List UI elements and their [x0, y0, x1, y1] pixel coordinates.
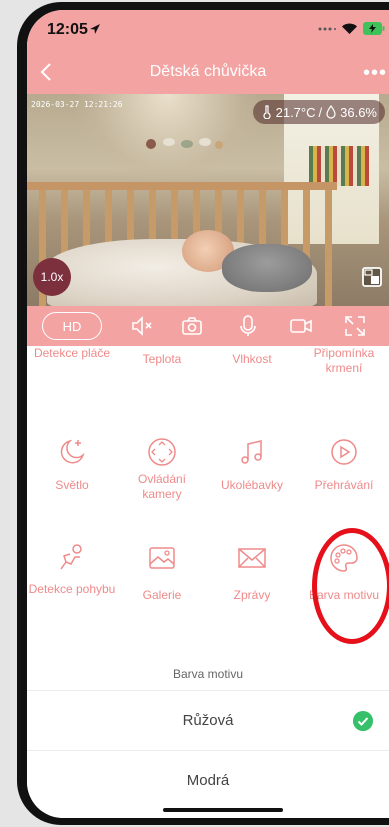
- battery-icon: [363, 22, 385, 35]
- option-label: Růžová: [182, 712, 234, 729]
- feature-playback[interactable]: Přehrávání: [299, 436, 389, 493]
- wifi-icon: [342, 23, 357, 34]
- video-record-icon[interactable]: [289, 314, 313, 338]
- environment-badge: 21.7°C / 36.6%: [252, 100, 385, 124]
- feature-light[interactable]: Světlo: [27, 436, 117, 493]
- feature-label: Vlhkost: [232, 352, 272, 366]
- droplet-small-icon: [326, 105, 336, 119]
- feature-label: Ukolébavky: [220, 478, 284, 492]
- theme-color-sheet: Barva motivu Růžová Modrá: [27, 653, 389, 818]
- microphone-icon[interactable]: [236, 314, 260, 338]
- app-screen: 12:05 Dětská chůvička ••• 2026-03-27 12:…: [27, 10, 389, 818]
- temperature-value: 21.7°C: [275, 104, 316, 120]
- music-note-icon: [241, 440, 262, 464]
- feature-messages[interactable]: Zprávy: [207, 542, 297, 603]
- camera-scene-mobile: [146, 138, 223, 149]
- feature-gallery[interactable]: Galerie: [117, 542, 207, 603]
- home-indicator: [163, 808, 283, 812]
- page-title: Dětská chůvička: [149, 63, 267, 80]
- feature-label: Světlo: [55, 478, 89, 492]
- feature-humidity[interactable]: Vlhkost: [207, 346, 297, 367]
- status-bar: 12:05: [27, 10, 389, 50]
- camera-scene-bookshelf: [309, 146, 369, 186]
- envelope-icon: [238, 548, 266, 568]
- feature-label: Přehrávání: [314, 478, 374, 492]
- hd-quality-button[interactable]: HD: [42, 312, 102, 340]
- feature-label: Zprávy: [233, 588, 271, 602]
- feature-feeding-reminder[interactable]: Připomínka krmení: [299, 340, 389, 376]
- status-time: 12:05: [47, 21, 88, 38]
- motion-detection-icon: [60, 544, 82, 570]
- thermometer-small-icon: [263, 105, 271, 119]
- theme-option-pink[interactable]: Růžová: [27, 690, 389, 750]
- feature-label: Detekce pláče: [33, 346, 111, 360]
- camera-control-icon: [148, 438, 176, 466]
- feature-label: Detekce pohybu: [28, 582, 116, 596]
- gallery-icon: [149, 547, 175, 569]
- signal-dots-icon: [318, 27, 336, 30]
- nav-bar: Dětská chůvička •••: [27, 50, 389, 94]
- phone-frame: 12:05 Dětská chůvička ••• 2026-03-27 12:…: [17, 2, 389, 825]
- status-icons: [318, 22, 385, 35]
- checkmark-icon: [353, 711, 373, 731]
- feature-label: Ovládání kamery: [137, 472, 187, 501]
- camera-live-view[interactable]: 2026-03-27 12:21:26 21.7°C / 36.6% 1.0x: [27, 94, 389, 306]
- picture-in-picture-icon[interactable]: [361, 266, 383, 288]
- sheet-title: Barva motivu: [172, 667, 244, 681]
- feature-label: Připomínka krmení: [313, 346, 375, 375]
- location-arrow-icon: [90, 24, 100, 34]
- feature-motion-detection[interactable]: Detekce pohybu: [27, 542, 117, 597]
- speaker-muted-icon[interactable]: [130, 314, 154, 338]
- highlight-annotation-circle: [312, 528, 389, 644]
- camera-scene-plush-elephant: [222, 244, 312, 292]
- zoom-level-button[interactable]: 1.0x: [33, 258, 71, 296]
- play-icon: [331, 439, 357, 465]
- moon-light-icon: [60, 439, 85, 464]
- camera-timestamp: 2026-03-27 12:21:26: [31, 100, 123, 109]
- option-label: Modrá: [186, 772, 230, 789]
- fullscreen-icon[interactable]: [343, 314, 367, 338]
- feature-camera-control[interactable]: Ovládání kamery: [117, 436, 207, 502]
- env-separator: /: [318, 104, 323, 120]
- humidity-value: 36.6%: [340, 104, 377, 120]
- feature-lullabies[interactable]: Ukolébavky: [207, 436, 297, 493]
- feature-cry-detection[interactable]: Detekce pláče: [27, 340, 117, 361]
- feature-temperature[interactable]: Teplota: [117, 346, 207, 367]
- feature-label: Galerie: [142, 588, 182, 602]
- more-button[interactable]: •••: [363, 62, 387, 85]
- feature-label: Teplota: [142, 352, 182, 366]
- theme-option-blue[interactable]: Modrá: [27, 750, 389, 810]
- snapshot-camera-icon[interactable]: [180, 314, 204, 338]
